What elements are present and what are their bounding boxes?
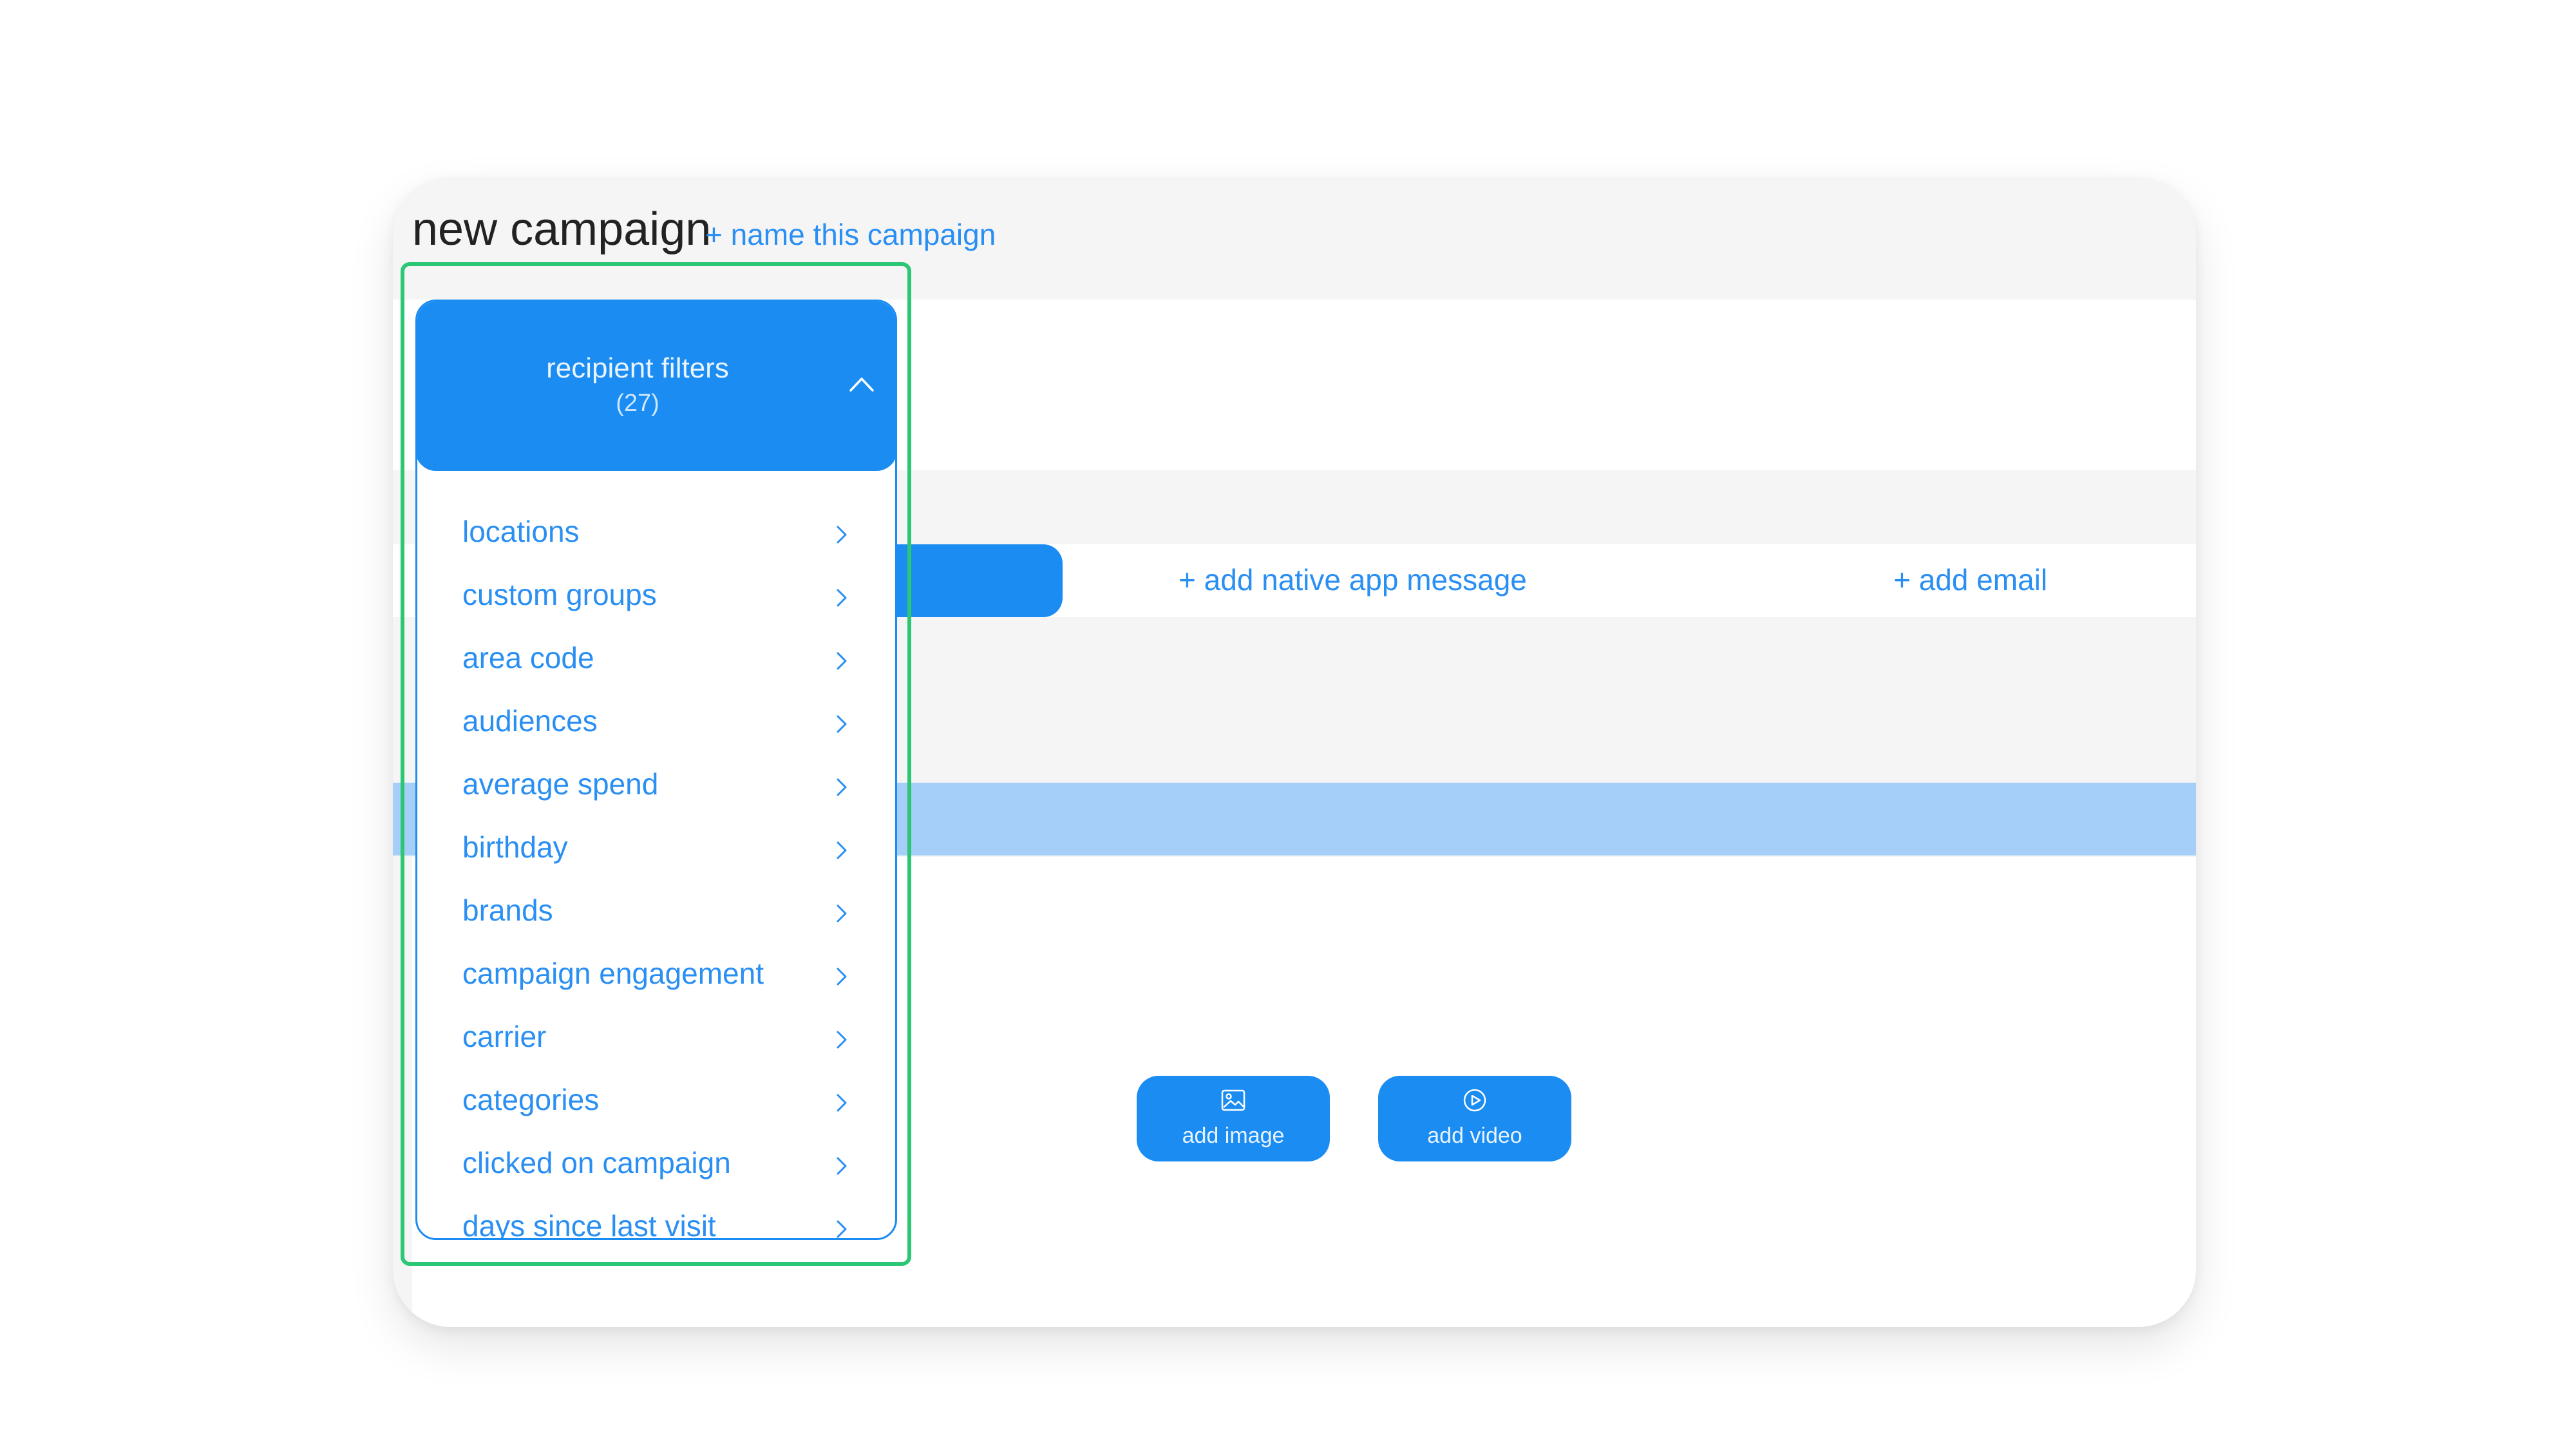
add-email-link[interactable]: + add email [1893, 562, 2047, 597]
filter-item-label: campaign engagement [462, 957, 764, 990]
filter-item-locations[interactable]: locations [417, 508, 895, 571]
filter-item-campaign-engagement[interactable]: campaign engagement [417, 950, 895, 1013]
filter-item-birthday[interactable]: birthday [417, 823, 895, 886]
chevron-up-icon[interactable] [848, 375, 875, 393]
name-campaign-link[interactable]: + name this campaign [705, 217, 996, 252]
recipient-filters-title: recipient filters [546, 352, 729, 384]
filter-list: locations custom groups area code audien… [417, 508, 895, 1240]
filter-item-area-code[interactable]: area code [417, 634, 895, 697]
add-image-button[interactable]: add image [1137, 1076, 1330, 1161]
filter-item-audiences[interactable]: audiences [417, 697, 895, 760]
chevron-right-icon [837, 778, 847, 796]
filter-item-label: area code [462, 641, 594, 674]
chevron-right-icon [837, 904, 847, 922]
filter-item-label: categories [462, 1083, 600, 1116]
chevron-right-icon [837, 1220, 847, 1238]
filter-item-label: days since last visit [462, 1209, 716, 1240]
chevron-right-icon [837, 715, 847, 733]
filter-item-label: custom groups [462, 578, 657, 611]
chevron-right-icon [837, 1094, 847, 1112]
filter-item-label: clicked on campaign [462, 1146, 731, 1180]
filter-item-label: birthday [462, 830, 568, 864]
add-video-button[interactable]: add video [1378, 1076, 1571, 1161]
chevron-right-icon [837, 652, 847, 670]
chevron-right-icon [837, 968, 847, 986]
add-image-label: add image [1182, 1123, 1285, 1148]
chevron-right-icon [837, 841, 847, 859]
filter-item-label: locations [462, 515, 580, 548]
recipient-filters-count: (27) [616, 390, 659, 417]
filter-item-label: carrier [462, 1020, 547, 1053]
chevron-right-icon [837, 526, 847, 544]
filter-item-label: average spend [462, 767, 659, 801]
filter-item-carrier[interactable]: carrier [417, 1013, 895, 1076]
filter-item-clicked-on-campaign[interactable]: clicked on campaign [417, 1139, 895, 1202]
filter-item-custom-groups[interactable]: custom groups [417, 571, 895, 634]
add-native-app-message-link[interactable]: + add native app message [1179, 562, 1527, 597]
chevron-right-icon [837, 589, 847, 607]
filter-item-days-since-last-visit[interactable]: days since last visit [417, 1202, 895, 1240]
play-circle-icon [1463, 1089, 1486, 1112]
add-video-label: add video [1427, 1123, 1522, 1148]
recipient-filters-toggle[interactable]: recipient filters (27) [417, 301, 895, 471]
filter-item-categories[interactable]: categories [417, 1076, 895, 1139]
recipient-filters-dropdown[interactable]: recipient filters (27) locations custom … [415, 300, 897, 1240]
filter-item-brands[interactable]: brands [417, 886, 895, 950]
filter-item-average-spend[interactable]: average spend [417, 760, 895, 823]
page-title: new campaign [412, 204, 712, 255]
chevron-right-icon [837, 1031, 847, 1049]
image-icon [1221, 1089, 1245, 1111]
chevron-right-icon [837, 1157, 847, 1175]
filter-item-label: audiences [462, 704, 598, 738]
filter-item-label: brands [462, 893, 553, 927]
